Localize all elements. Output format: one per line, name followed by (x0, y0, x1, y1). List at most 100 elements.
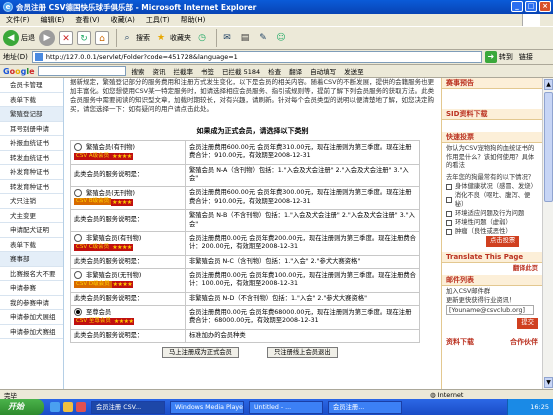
scroll-thumb[interactable] (544, 92, 553, 202)
nav-item[interactable]: 耳号别册申请 (0, 122, 63, 136)
downloads-link[interactable]: 资料下载 (446, 337, 474, 347)
nav-item[interactable]: 犬主变更 (0, 209, 63, 223)
search-button[interactable]: ⌕ 搜索 (120, 31, 150, 45)
email-submit-button[interactable]: 提交 (517, 318, 538, 329)
close-button[interactable]: × (539, 1, 551, 12)
nav-item[interactable]: 申请参加犬赛组 (0, 325, 63, 339)
go-arrow-icon[interactable]: ➜ (484, 51, 497, 63)
go-button[interactable]: 转到 (499, 52, 513, 62)
vertical-scrollbar[interactable]: ▲ ▼ (542, 78, 553, 389)
google-news-button[interactable]: 资讯 (153, 66, 166, 76)
taskbar-item[interactable]: Untitled - ... (249, 400, 323, 414)
print-button[interactable]: ▤ (238, 31, 252, 45)
media-quicklaunch-icon[interactable] (76, 402, 86, 412)
vote-option[interactable]: 环境性问题（虚弱） (446, 218, 538, 227)
vote-button[interactable]: 点击投票 (486, 236, 520, 247)
google-search-input[interactable] (37, 66, 126, 76)
taskbar-item[interactable]: 会员注册 CSV... (91, 400, 165, 414)
partners-link[interactable]: 合作伙伴 (510, 337, 538, 347)
sid-download-heading[interactable]: SID资料下载 (442, 109, 542, 120)
taskbar-item[interactable]: 会员注册... (328, 400, 402, 414)
nav-item[interactable]: 表单下载 (0, 93, 63, 107)
refresh-button[interactable]: ↻ (77, 31, 91, 45)
events-body (442, 89, 542, 109)
search-label: 搜索 (136, 34, 150, 42)
edit-button[interactable]: ✎ (256, 31, 270, 45)
nav-item[interactable]: 转发育种证书 (0, 180, 63, 194)
plan-name: 繁殖会员(有刊物) (86, 144, 136, 151)
nav-item[interactable]: 补发育种证书 (0, 165, 63, 180)
google-sendto-button[interactable]: 发送至 (344, 66, 364, 76)
nav-item[interactable]: 申请参加犬展组 (0, 310, 63, 325)
history-button[interactable]: ◷ (195, 31, 209, 45)
google-bookmarks-button[interactable]: 书签 (201, 66, 214, 76)
google-translate-button[interactable]: 翻译 (289, 66, 302, 76)
plan-price-desc: 会员注册费用600.00元 会员年费310.00元，现在注册则为第三季度。现在注… (185, 140, 420, 165)
vote-option[interactable]: 环境适应问题及行为问题 (446, 209, 538, 218)
nav-item[interactable]: 我的参赛申请 (0, 296, 63, 310)
menu-edit[interactable]: 编辑(E) (41, 15, 65, 25)
menu-help[interactable]: 帮助(H) (181, 15, 206, 25)
system-tray-clock[interactable]: 16:25 (507, 399, 553, 415)
nav-item[interactable]: 转发血统证书 (0, 151, 63, 165)
nav-item[interactable]: 繁殖登记部 (0, 107, 63, 122)
nav-item[interactable]: 申请参赛 (0, 281, 63, 296)
plan-row: 繁殖会员(无刊物) CSV B级会员 ★★★★ 会员注册费用600.00元 会员年… (70, 185, 420, 210)
taskbar-item[interactable]: Windows Media Player (170, 400, 244, 414)
quick-vote-body: 你认为CSV宠物狗的血统证书的作用是什么？该如何使用？具体的看法 去年您的狗最常… (442, 143, 542, 249)
address-input[interactable]: http://127.0.0.1/servlet/Folder?code=451… (31, 51, 482, 63)
vote-option[interactable]: 肿瘤（良性或恶性） (446, 227, 538, 236)
ie-quicklaunch-icon[interactable] (50, 402, 60, 412)
menu-favorites[interactable]: 收藏(A) (111, 15, 135, 25)
menu-view[interactable]: 查看(V) (75, 15, 99, 25)
scroll-up-icon[interactable]: ▲ (544, 79, 553, 90)
favorites-button[interactable]: ★ 收藏夹 (154, 31, 191, 45)
email-input[interactable]: [Youname@csvclub.org] (446, 305, 534, 315)
footer-links: 资料下载 合作伙伴 (442, 331, 542, 347)
start-button[interactable]: 开始 (0, 399, 44, 415)
messenger-button[interactable]: ☺ (274, 31, 288, 45)
plan-row: 非繁殖会员(有刊物) CSV C级会员 ★★★★ 会员注册费用0.00元 会员年费… (70, 231, 420, 256)
online-member-button[interactable]: 只注册线上会员退出 (266, 347, 338, 358)
back-button[interactable]: ◀ 后退 (3, 30, 35, 46)
mail-button[interactable]: ✉ (220, 31, 234, 45)
google-blocked-count[interactable]: 已拦截 5184 (222, 66, 260, 76)
stop-button[interactable]: ✕ (59, 31, 73, 45)
events-heading[interactable]: 赛事预告 (442, 78, 542, 89)
nav-item[interactable]: 犬只注销 (0, 194, 63, 209)
translate-heading[interactable]: Translate This Page (442, 251, 542, 263)
links-label[interactable]: 链接 (519, 52, 533, 62)
menu-file[interactable]: 文件(F) (6, 15, 30, 25)
form-buttons: 马上注册成为正式会员 只注册线上会员退出 (162, 347, 439, 358)
plan-radio[interactable] (74, 234, 82, 242)
vote-option[interactable]: 身体健康状况（感冒、发烧） (446, 182, 538, 191)
plan-radio[interactable] (74, 143, 82, 151)
plan-radio[interactable] (74, 271, 82, 279)
menu-tools[interactable]: 工具(T) (146, 15, 170, 25)
google-check-button[interactable]: 检查 (268, 66, 281, 76)
nav-item[interactable]: 赛事部 (0, 252, 63, 267)
folder-quicklaunch-icon[interactable] (63, 402, 73, 412)
nav-item[interactable]: 表单下载 (0, 238, 63, 252)
maximize-button[interactable]: □ (525, 1, 537, 12)
nav-item[interactable]: 补报血统证书 (0, 136, 63, 151)
translate-link[interactable]: 翻译此页 (442, 263, 542, 276)
register-member-button[interactable]: 马上注册成为正式会员 (162, 347, 239, 358)
plan-service-label: 此类会员的服务说明是： (70, 291, 186, 306)
nav-item[interactable]: 申请配犬证明 (0, 223, 63, 238)
nav-item[interactable]: 比赛报名大不要 (0, 267, 63, 281)
minimize-button[interactable]: _ (511, 1, 523, 12)
windows-logo-icon (522, 14, 540, 26)
scroll-down-icon[interactable]: ▼ (544, 377, 553, 388)
google-search-button[interactable]: 搜索 (132, 66, 145, 76)
vote-option-label: 肿瘤（良性或恶性） (455, 228, 512, 235)
google-block-button[interactable]: 拦截率 (174, 66, 194, 76)
nav-item[interactable]: 会员卡管理 (0, 78, 63, 93)
plan-row: 至尊会员 CSV 至尊会员 ★★★★ 会员注册费用0.00元 会员年费68000.… (70, 305, 420, 330)
plan-radio[interactable] (74, 188, 82, 197)
forward-button[interactable]: ▶ (39, 30, 55, 46)
home-button[interactable]: ⌂ (95, 31, 109, 45)
vote-option[interactable]: 消化不良（呕吐、腹泻、便秘） (446, 191, 538, 209)
google-autofill-button[interactable]: 自动填写 (310, 66, 336, 76)
plan-radio-selected[interactable] (74, 308, 82, 316)
